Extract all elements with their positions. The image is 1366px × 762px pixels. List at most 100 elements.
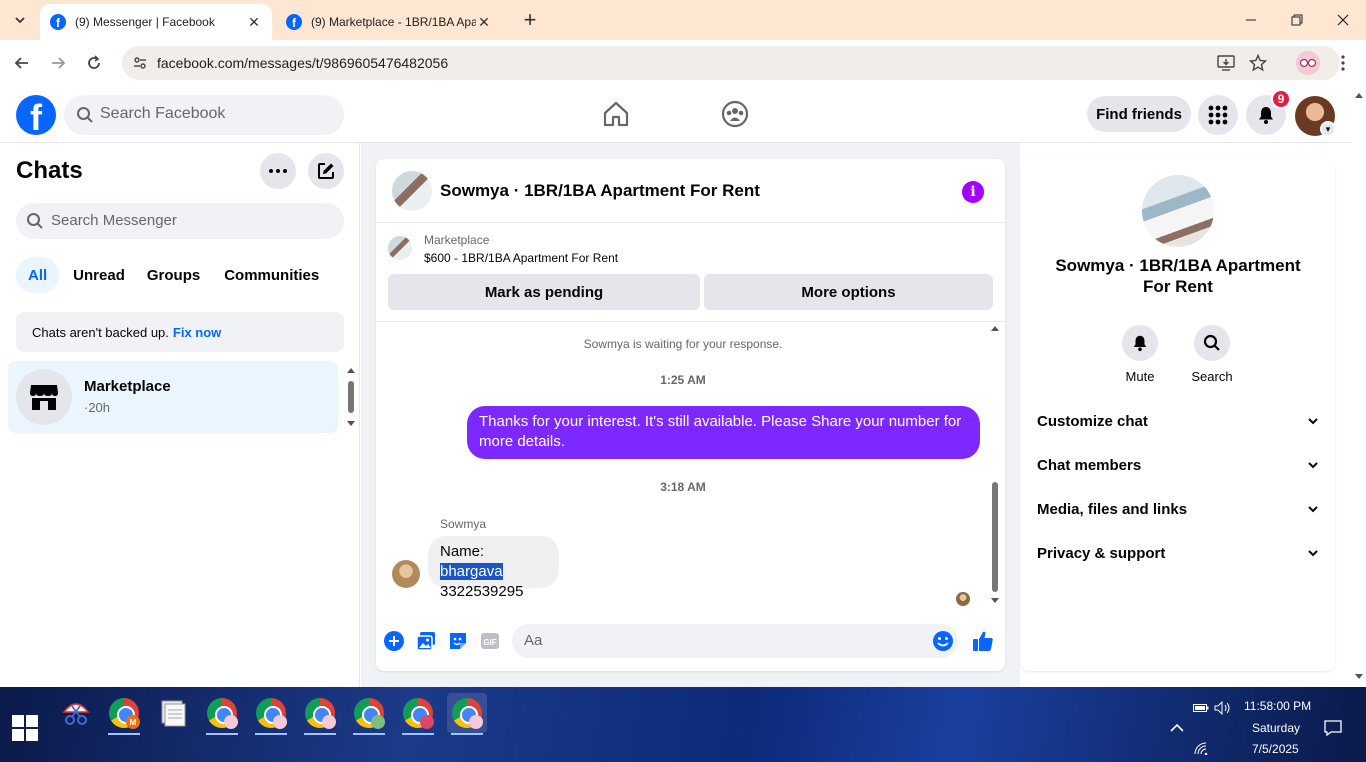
- network-icon[interactable]: [1192, 739, 1210, 757]
- search-icon: [77, 107, 93, 123]
- notification-center-icon[interactable]: [1324, 719, 1342, 737]
- back-button[interactable]: [8, 49, 36, 77]
- facebook-search[interactable]: [64, 95, 344, 135]
- clock-day[interactable]: Saturday: [1252, 721, 1300, 735]
- new-tab-button[interactable]: +: [518, 7, 542, 32]
- message-input[interactable]: [524, 632, 904, 649]
- chat-time: ·20h: [84, 400, 111, 415]
- customize-chat-section[interactable]: Customize chat: [1037, 399, 1319, 443]
- site-settings-icon[interactable]: [130, 53, 150, 73]
- browser-tab-marketplace[interactable]: f (9) Marketplace - 1BR/1BA Apartment Fo…: [276, 4, 508, 40]
- filter-unread[interactable]: Unread: [65, 257, 133, 293]
- section-label: Customize chat: [1037, 412, 1148, 430]
- account-chevron-icon[interactable]: ▾: [1320, 121, 1336, 137]
- taskbar-file-explorer[interactable]: [153, 693, 193, 733]
- close-window-button[interactable]: [1320, 0, 1366, 40]
- messenger-search-input[interactable]: [51, 212, 331, 229]
- profile-m-icon: M: [126, 715, 140, 729]
- messenger-search[interactable]: [16, 203, 344, 239]
- info-icon[interactable]: i: [962, 181, 984, 203]
- volume-icon[interactable]: [1214, 699, 1232, 717]
- tab-search-button[interactable]: [8, 8, 32, 32]
- browser-profile-avatar[interactable]: [1296, 51, 1320, 75]
- taskbar-chrome-m[interactable]: M: [104, 693, 144, 735]
- message-scrollbar[interactable]: [988, 322, 1002, 612]
- filter-all[interactable]: All: [16, 257, 60, 293]
- mark-as-pending-button[interactable]: Mark as pending: [388, 274, 700, 310]
- section-label: Chat members: [1037, 456, 1142, 474]
- sticker-button[interactable]: [446, 629, 470, 653]
- show-hidden-icons-chevron-up-icon[interactable]: [1168, 719, 1186, 737]
- tab-close-icon[interactable]: ✕: [246, 14, 262, 30]
- find-friends-button[interactable]: Find friends: [1087, 96, 1191, 132]
- search-label: Search: [1191, 369, 1233, 384]
- taskbar-chrome-5[interactable]: [349, 693, 389, 735]
- listing-thumbnail[interactable]: [388, 236, 412, 260]
- taskbar-chrome-4[interactable]: [300, 693, 340, 735]
- windows-start-icon[interactable]: [12, 715, 38, 741]
- clock-date[interactable]: 7/5/2025: [1252, 742, 1299, 756]
- browser-tab-messenger[interactable]: f (9) Messenger | Facebook ✕: [40, 4, 272, 40]
- sender-avatar[interactable]: [392, 560, 420, 588]
- attach-photo-button[interactable]: [414, 629, 438, 653]
- details-title: Sowmya · 1BR/1BA Apartment For Rent: [1055, 256, 1301, 296]
- reload-button[interactable]: [80, 49, 108, 77]
- more-options-button[interactable]: More options: [704, 274, 993, 310]
- details-avatar[interactable]: [1142, 175, 1214, 247]
- search-icon: [27, 213, 43, 229]
- incoming-message[interactable]: Name: bhargava 3322539295: [428, 536, 559, 600]
- facebook-logo-icon[interactable]: f: [16, 95, 56, 135]
- address-bar[interactable]: facebook.com/messages/t/9869605476482056: [122, 46, 1340, 80]
- groups-nav-button[interactable]: [720, 99, 750, 129]
- media-files-links-section[interactable]: Media, files and links: [1037, 487, 1319, 531]
- privacy-support-section[interactable]: Privacy & support: [1037, 531, 1319, 575]
- page-scrollbar[interactable]: [1352, 86, 1366, 687]
- install-app-icon[interactable]: [1216, 53, 1236, 73]
- taskbar-chrome-7-active[interactable]: [447, 693, 487, 735]
- marketplace-listing-banner: Marketplace $600 - 1BR/1BA Apartment For…: [376, 223, 1005, 322]
- url-text[interactable]: facebook.com/messages/t/9869605476482056: [157, 55, 448, 71]
- compose-icon: [318, 163, 334, 179]
- filter-communities[interactable]: Communities: [214, 257, 329, 293]
- listing-title[interactable]: $600 - 1BR/1BA Apartment For Rent: [424, 251, 618, 265]
- taskbar-chrome-3[interactable]: [251, 693, 291, 735]
- message-input-wrapper[interactable]: [512, 624, 958, 658]
- minimize-button[interactable]: [1228, 0, 1274, 40]
- close-icon: [1337, 14, 1349, 26]
- menu-button[interactable]: [1198, 95, 1238, 135]
- outgoing-message[interactable]: Thanks for your interest. It's still ava…: [467, 406, 980, 459]
- tab-close-icon[interactable]: ✕: [476, 14, 492, 30]
- forward-button[interactable]: [44, 49, 72, 77]
- battery-icon[interactable]: [1192, 699, 1210, 717]
- filter-groups[interactable]: Groups: [139, 257, 208, 293]
- restore-button[interactable]: [1274, 0, 1320, 40]
- bookmark-star-icon[interactable]: [1248, 53, 1268, 73]
- conversation-header: Sowmya · 1BR/1BA Apartment For Rent i: [376, 159, 1005, 223]
- more-vertical-icon: [1341, 55, 1345, 71]
- conversation-title[interactable]: Sowmya · 1BR/1BA Apartment For Rent: [440, 181, 760, 201]
- emoji-icon[interactable]: [932, 630, 954, 652]
- facebook-favicon-icon: f: [286, 14, 302, 30]
- home-nav-button[interactable]: [601, 99, 631, 129]
- search-action[interactable]: Search: [1182, 325, 1242, 384]
- chat-members-section[interactable]: Chat members: [1037, 443, 1319, 487]
- fix-now-link[interactable]: Fix now: [173, 325, 221, 340]
- new-message-button[interactable]: [308, 153, 344, 189]
- home-icon: [603, 101, 629, 127]
- gif-button[interactable]: GIF: [478, 629, 502, 653]
- chat-list-scrollbar[interactable]: [346, 367, 356, 427]
- taskbar-snipping-tool[interactable]: [56, 693, 96, 733]
- taskbar-chrome-2[interactable]: [202, 693, 242, 735]
- search-icon: [1194, 325, 1230, 361]
- clock-time[interactable]: 11:58:00 PM: [1244, 699, 1311, 713]
- browser-menu-button[interactable]: [1333, 51, 1353, 75]
- chat-list-item[interactable]: Marketplace ·20h: [8, 361, 338, 433]
- conversation-avatar[interactable]: [392, 171, 432, 211]
- selected-text: bhargava: [440, 563, 503, 580]
- like-button[interactable]: [971, 629, 995, 653]
- chats-options-button[interactable]: [260, 153, 296, 189]
- taskbar-chrome-6[interactable]: [398, 693, 438, 735]
- mute-action[interactable]: Mute: [1110, 325, 1170, 384]
- more-actions-button[interactable]: [382, 629, 406, 653]
- facebook-search-input[interactable]: [100, 105, 330, 123]
